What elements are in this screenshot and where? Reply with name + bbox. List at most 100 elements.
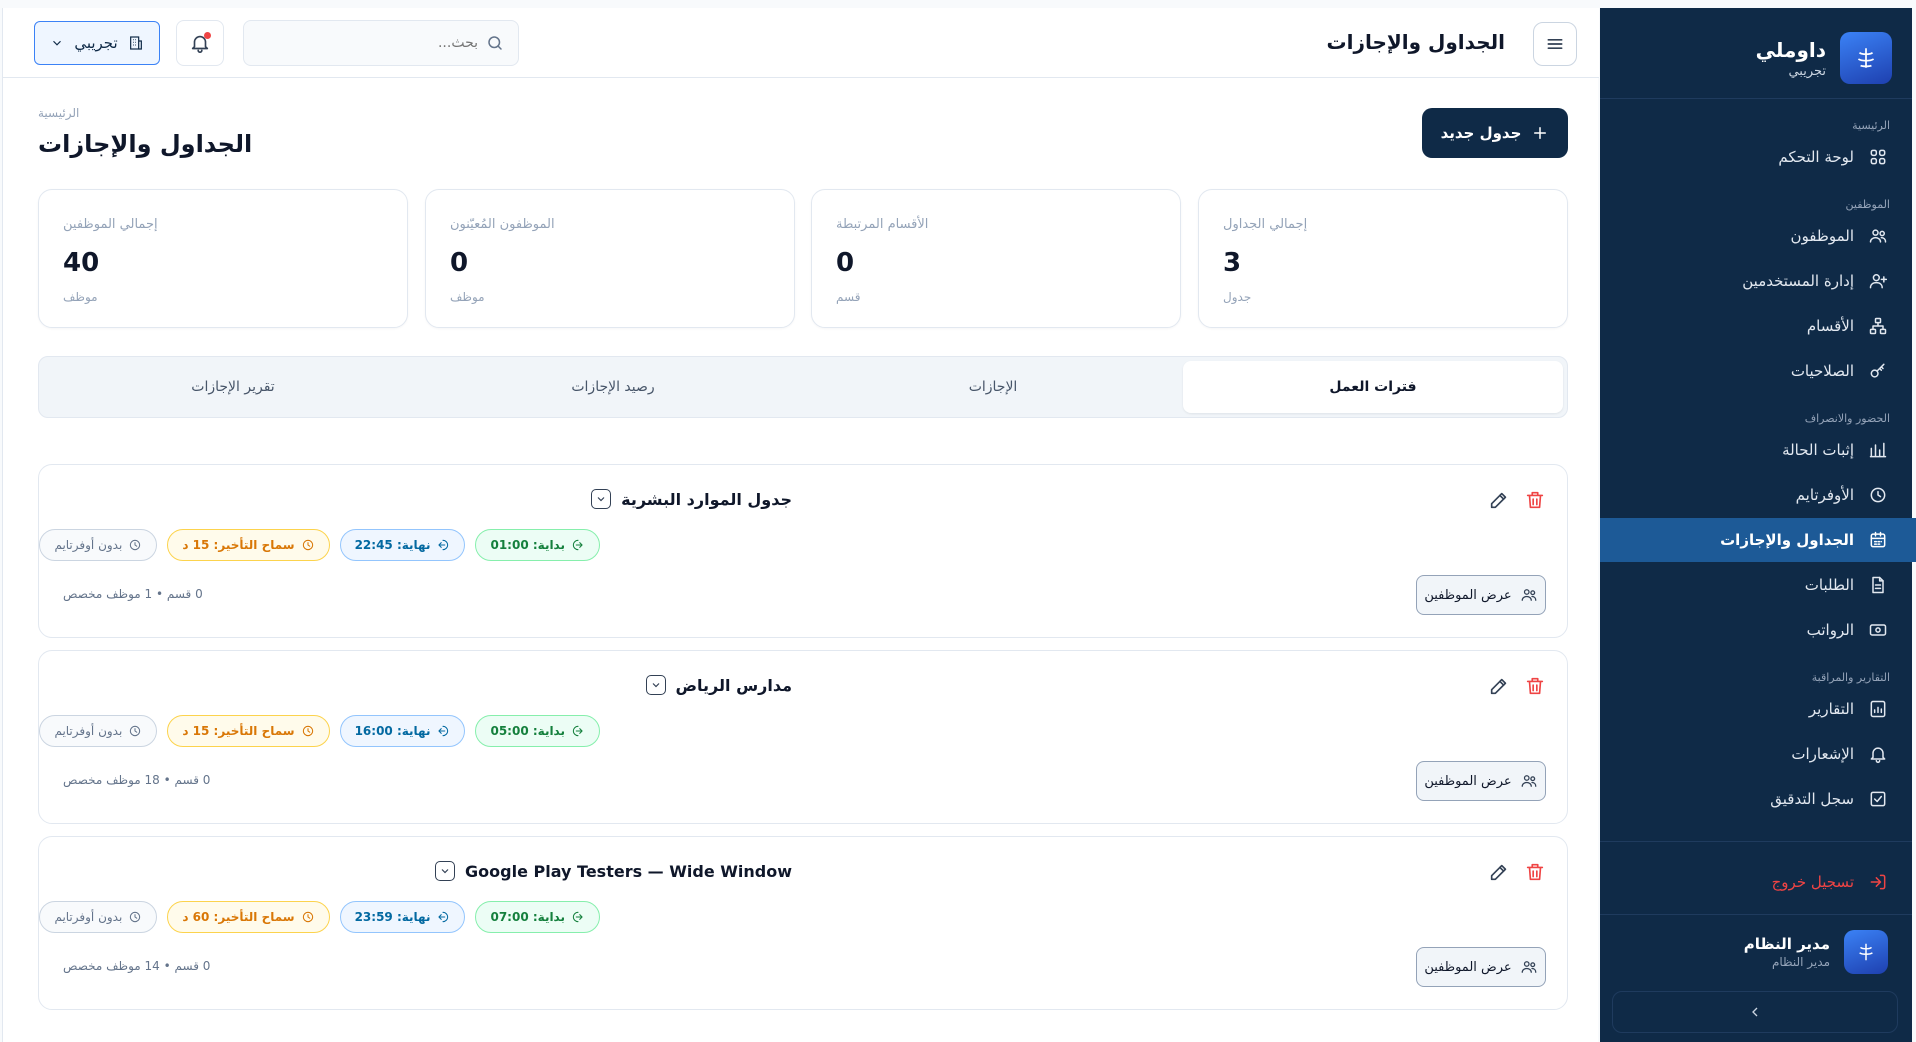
grid-icon: [1870, 149, 1886, 165]
app-root: الجداول والإجازات تجريبي الرئيسية الجداو…: [0, 0, 1916, 1042]
sidebar-item[interactable]: إدارة المستخدمين: [1600, 259, 1912, 303]
clock-icon: [130, 911, 141, 923]
schedule-actions: [1486, 487, 1548, 513]
notifications-button[interactable]: [176, 20, 224, 66]
search-input[interactable]: [278, 35, 478, 51]
schedule-name: جدول الموارد البشرية: [621, 489, 792, 509]
sidebar-item[interactable]: الإشعارات: [1600, 732, 1912, 776]
tab-leaves[interactable]: الإجازات: [803, 361, 1183, 413]
sidebar-item[interactable]: لوحة التحكم: [1600, 135, 1912, 179]
sidebar-item[interactable]: الرواتب: [1600, 608, 1912, 652]
stat-label: الأقسام المرتبطة: [836, 217, 929, 232]
schedule-title: مدارس الرياض: [645, 675, 792, 695]
expand-icon[interactable]: [591, 489, 612, 509]
end-time-chip: نهاية: 16:00: [339, 715, 466, 747]
brand-name: داوملي: [1755, 37, 1826, 62]
sidebar-item[interactable]: الأوفرتايم: [1600, 473, 1912, 517]
delete-button[interactable]: [1522, 487, 1548, 513]
sidebar-item[interactable]: الموظفون: [1600, 214, 1912, 258]
sidebar-item[interactable]: سجل التدقيق: [1600, 777, 1912, 821]
tab-leave-report[interactable]: تقرير الإجازات: [43, 361, 423, 413]
sidebar-item[interactable]: الجداول والإجازات: [1600, 518, 1916, 562]
stat-value: 0: [450, 248, 469, 278]
schedule-meta: 0 قسم • 18 موظف مخصص: [63, 773, 211, 787]
edit-button[interactable]: [1486, 859, 1512, 885]
sidebar-collapse-button[interactable]: [1612, 991, 1898, 1033]
stat-label: إجمالي الموظفين: [63, 217, 158, 232]
users-icon: [1521, 775, 1537, 787]
topbar-title: الجداول والإجازات: [1326, 30, 1505, 54]
users-icon: [1869, 229, 1887, 243]
pencil-icon: [1490, 864, 1507, 881]
sidebar-item[interactable]: الصلاحيات: [1600, 349, 1912, 393]
delete-button[interactable]: [1522, 859, 1548, 885]
sidebar-item-label: الموظفون: [1790, 227, 1854, 245]
org-select[interactable]: تجريبي: [34, 21, 160, 65]
schedule-card: جدول الموارد البشرية بداية: 01:00 نهاية: 2…: [38, 464, 1568, 638]
logout-label: تسجيل خروج: [1771, 873, 1854, 891]
plus-icon: [1534, 127, 1547, 139]
avatar: [1844, 930, 1888, 974]
sidebar-divider: [1600, 98, 1912, 99]
pencil-icon: [1490, 492, 1507, 509]
sidebar-item[interactable]: التقارير: [1600, 687, 1912, 731]
edit-button[interactable]: [1486, 487, 1512, 513]
schedule-actions: [1486, 673, 1548, 699]
start-time-chip: بداية: 01:00: [475, 529, 600, 561]
page-title: الجداول والإجازات: [38, 130, 253, 158]
stat-value: 0: [836, 248, 855, 278]
sidebar-item[interactable]: إثبات الحالة: [1600, 428, 1912, 472]
start-time-chip: بداية: 05:00: [475, 715, 600, 747]
sidebar-item-label: إدارة المستخدمين: [1742, 272, 1854, 290]
sidebar-item[interactable]: الأقسام: [1600, 304, 1912, 348]
stat-total-schedules: إجمالي الجداول 3 جدول: [1198, 189, 1568, 328]
brand-logo-icon: [1840, 32, 1892, 84]
breadcrumb[interactable]: الرئيسية: [38, 106, 79, 120]
logout-button[interactable]: تسجيل خروج: [1600, 860, 1912, 904]
sidebar-item-label: سجل التدقيق: [1770, 790, 1854, 808]
overtime-chip: بدون أوفرتايم: [39, 901, 158, 933]
stat-unit: موظف: [450, 290, 485, 304]
trash-icon: [1526, 677, 1544, 695]
bar-chart-icon: [1869, 442, 1887, 458]
sidebar-item[interactable]: الطلبات: [1600, 563, 1912, 607]
sidebar-section-label: الموظفين: [1845, 198, 1890, 211]
new-schedule-label: جدول جديد: [1440, 124, 1522, 142]
tab-work-shifts[interactable]: فترات العمل: [1183, 361, 1563, 413]
clock-icon: [130, 539, 141, 551]
hamburger-icon: [1547, 39, 1563, 50]
users-icon: [1521, 961, 1537, 973]
edit-button[interactable]: [1486, 673, 1512, 699]
sidebar-section-label: التقارير والمراقبة: [1811, 671, 1890, 684]
overtime-chip: بدون أوفرتايم: [39, 529, 158, 561]
view-employees-button[interactable]: عرض الموظفين: [1416, 947, 1546, 987]
sidebar-item-label: الرواتب: [1806, 621, 1854, 639]
search-box[interactable]: [243, 20, 519, 66]
user-profile[interactable]: مدير النظام مدير النظام: [1744, 930, 1888, 974]
view-employees-button[interactable]: عرض الموظفين: [1416, 761, 1546, 801]
sidebar-section-label: الحضور والانصراف: [1804, 412, 1890, 425]
expand-icon[interactable]: [645, 675, 666, 695]
tab-leave-balance[interactable]: رصيد الإجازات: [423, 361, 803, 413]
stat-value: 3: [1223, 248, 1242, 278]
search-icon: [488, 36, 502, 50]
menu-toggle-button[interactable]: [1533, 22, 1577, 66]
view-employees-button[interactable]: عرض الموظفين: [1416, 575, 1546, 615]
brand: داوملي تجريبي: [1756, 32, 1892, 84]
tabs-bar: فترات العمل الإجازات رصيد الإجازات تقرير…: [38, 356, 1568, 418]
delete-button[interactable]: [1522, 673, 1548, 699]
logout-icon: [438, 911, 449, 923]
brand-sub: تجريبي: [1788, 63, 1826, 79]
sitemap-icon: [1869, 317, 1887, 335]
user-role: مدير النظام: [1771, 955, 1830, 969]
logout-icon: [1870, 874, 1886, 890]
sidebar-item-label: الإشعارات: [1791, 745, 1854, 763]
schedule-name: Google Play Testers — Wide Window: [465, 861, 792, 881]
schedule-chips: بداية: 01:00 نهاية: 22:45 سماح التأخير: 15…: [39, 529, 600, 561]
new-schedule-button[interactable]: جدول جديد: [1422, 108, 1568, 158]
main-area: الجداول والإجازات تجريبي الرئيسية الجداو…: [2, 8, 1599, 1042]
schedule-meta: 0 قسم • 14 موظف مخصص: [63, 959, 211, 973]
schedule-title: جدول الموارد البشرية: [591, 489, 792, 509]
expand-icon[interactable]: [435, 861, 456, 881]
stat-total-employees: إجمالي الموظفين 40 موظف: [38, 189, 408, 328]
